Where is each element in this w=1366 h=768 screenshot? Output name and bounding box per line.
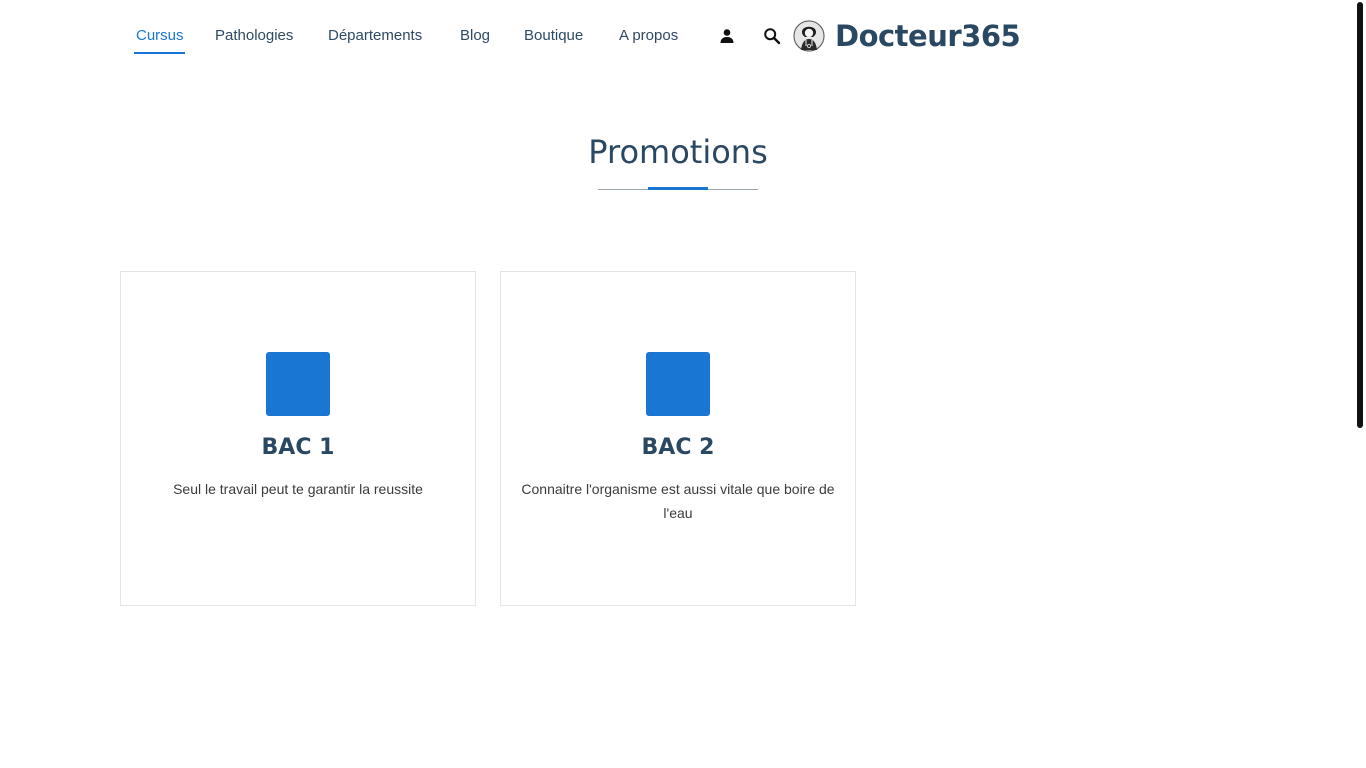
card-square-icon xyxy=(266,352,330,416)
nav-item-pathologies[interactable]: Pathologies xyxy=(215,26,293,46)
promotion-card-bac2[interactable]: BAC 2 Connaitre l'organisme est aussi vi… xyxy=(500,271,856,606)
brand-name: Docteur365 xyxy=(835,19,1021,53)
nav-item-a-propos[interactable]: A propos xyxy=(619,26,678,46)
card-description: Seul le travail peut te garantir la reus… xyxy=(173,481,423,497)
card-description: Connaitre l'organisme est aussi vitale q… xyxy=(521,481,835,521)
top-navigation: Cursus Pathologies Départements Blog Bou… xyxy=(0,0,1366,72)
nav-active-indicator xyxy=(134,52,185,54)
doctor-avatar-icon xyxy=(793,20,825,52)
section-title: Promotions xyxy=(588,133,768,171)
title-divider-accent xyxy=(648,187,708,190)
brand-logo[interactable]: Docteur365 xyxy=(793,17,1021,55)
nav-item-boutique[interactable]: Boutique xyxy=(524,26,583,46)
nav-item-cursus[interactable]: Cursus xyxy=(136,26,184,46)
card-title: BAC 2 xyxy=(641,435,715,460)
card-square-icon xyxy=(646,352,710,416)
nav-item-departements[interactable]: Départements xyxy=(328,26,422,46)
search-icon[interactable] xyxy=(760,24,784,48)
card-title: BAC 1 xyxy=(261,435,335,460)
scrollbar[interactable] xyxy=(1357,2,1363,428)
nav-item-blog[interactable]: Blog xyxy=(460,26,490,46)
promotion-card-bac1[interactable]: BAC 1 Seul le travail peut te garantir l… xyxy=(120,271,476,606)
page: Cursus Pathologies Départements Blog Bou… xyxy=(0,0,1366,768)
user-icon[interactable] xyxy=(715,24,739,48)
